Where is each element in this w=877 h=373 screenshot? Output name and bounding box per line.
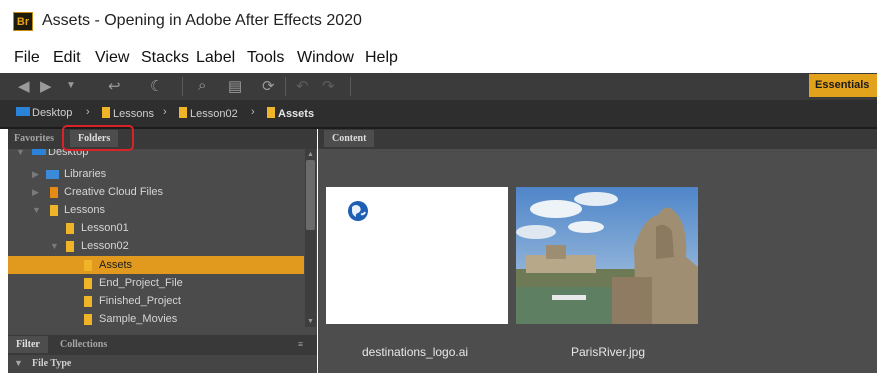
filter-panel-tabs: Filter Collections ≡ bbox=[8, 335, 317, 355]
folders-tab-highlight bbox=[62, 125, 134, 151]
path-assets[interactable]: Assets bbox=[267, 107, 314, 120]
folder-icon bbox=[66, 241, 74, 252]
title-bar: Br Assets - Opening in Adobe After Effec… bbox=[0, 0, 877, 42]
tab-filter[interactable]: Filter bbox=[8, 336, 48, 353]
tree-item-creative-cloud-files[interactable]: ▶ Creative Cloud Files bbox=[8, 183, 304, 201]
scroll-thumb[interactable] bbox=[306, 160, 315, 230]
bridge-app-icon: Br bbox=[13, 12, 33, 31]
thumbnail-paris-river[interactable] bbox=[516, 187, 698, 324]
panel-menu-icon[interactable]: ≡ bbox=[298, 339, 303, 349]
libraries-icon bbox=[46, 170, 59, 179]
toolbar: ◀ ▶ ▼ ↩ ☾ ⌕ ▤ ⟳ ↶ ↷ bbox=[0, 73, 877, 100]
tree-item-lessons[interactable]: ▼ Lessons bbox=[8, 201, 304, 219]
menu-tools[interactable]: Tools bbox=[247, 49, 284, 67]
folder-icon bbox=[179, 107, 187, 118]
tab-favorites[interactable]: Favorites bbox=[14, 133, 54, 144]
menu-help[interactable]: Help bbox=[365, 49, 398, 67]
folders-panel: Favorites Folders ▼ Desktop ▶ Libraries … bbox=[8, 129, 317, 373]
menu-label[interactable]: Label bbox=[196, 49, 235, 67]
tree-item-assets[interactable]: Assets bbox=[8, 256, 304, 274]
folder-icon bbox=[84, 314, 92, 325]
toolbar-separator bbox=[350, 77, 351, 96]
folder-tree: ▼ Desktop ▶ Libraries ▶ Creative Cloud F… bbox=[8, 149, 304, 327]
folder-icon bbox=[50, 187, 58, 198]
window-title: Assets - Opening in Adobe After Effects … bbox=[42, 12, 362, 29]
expand-arrow-icon[interactable]: ▶ bbox=[32, 183, 39, 201]
menu-stacks[interactable]: Stacks bbox=[141, 49, 189, 67]
path-bar: Desktop › Lessons › Lesson02 › Assets bbox=[0, 100, 877, 127]
scroll-down-icon[interactable]: ▼ bbox=[306, 317, 315, 326]
toolbar-separator bbox=[285, 77, 286, 96]
path-desktop[interactable]: Desktop bbox=[16, 107, 72, 119]
toolbar-separator bbox=[182, 77, 183, 96]
scroll-up-icon[interactable]: ▲ bbox=[306, 150, 315, 159]
camera-download-icon[interactable]: ⌕ bbox=[198, 77, 206, 94]
tree-item-sample-movies[interactable]: Sample_Movies bbox=[8, 310, 304, 327]
left-panel-tabs: Favorites Folders bbox=[8, 129, 317, 149]
expand-arrow-icon[interactable]: ▼ bbox=[32, 201, 41, 219]
boomerang-icon[interactable]: ↩ bbox=[108, 77, 121, 95]
thumbnail-label-paris-river: ParisRiver.jpg bbox=[571, 345, 646, 359]
back-arrow-icon[interactable]: ◀ bbox=[18, 77, 30, 95]
expand-arrow-icon[interactable]: ▼ bbox=[50, 237, 59, 255]
collapse-arrow-icon[interactable]: ▼ bbox=[14, 358, 23, 368]
filter-file-type-label: File Type bbox=[32, 358, 72, 369]
workspace-essentials-button[interactable]: Essentials bbox=[809, 74, 877, 97]
folder-icon bbox=[84, 260, 92, 271]
rotate-right-icon[interactable]: ↷ bbox=[322, 77, 335, 95]
menu-file[interactable]: File bbox=[14, 49, 40, 67]
thumbnail-label-destinations-logo: destinations_logo.ai bbox=[362, 345, 469, 359]
folder-icon bbox=[50, 205, 58, 216]
folder-icon bbox=[84, 296, 92, 307]
refine-icon[interactable]: ▤ bbox=[228, 77, 242, 95]
rotate-left-icon[interactable]: ↶ bbox=[296, 77, 309, 95]
folder-icon bbox=[267, 107, 275, 118]
forward-arrow-icon[interactable]: ▶ bbox=[40, 77, 52, 95]
tree-item-lesson02[interactable]: ▼ Lesson02 bbox=[8, 237, 304, 255]
tree-item-finished-project[interactable]: Finished_Project bbox=[8, 292, 304, 310]
folder-icon bbox=[102, 107, 110, 118]
filter-file-type-row[interactable]: ▼ File Type bbox=[8, 355, 317, 373]
expand-arrow-icon[interactable]: ▼ bbox=[16, 149, 25, 161]
folder-icon bbox=[84, 278, 92, 289]
folder-icon bbox=[66, 223, 74, 234]
menu-view[interactable]: View bbox=[95, 49, 129, 67]
desktop-icon bbox=[16, 107, 30, 116]
content-panel-tabs: Content bbox=[318, 129, 877, 149]
tab-content[interactable]: Content bbox=[324, 130, 375, 147]
thumbnail-destinations-logo[interactable] bbox=[326, 187, 508, 324]
path-lesson02[interactable]: Lesson02 bbox=[179, 107, 238, 120]
folder-tree-scrollbar[interactable]: ▲ ▼ bbox=[305, 149, 316, 327]
chevron-right-icon: › bbox=[251, 106, 255, 118]
content-panel: Content destinations_logo.ai ParisRiver.… bbox=[318, 129, 877, 373]
paris-river-photo bbox=[516, 187, 698, 324]
tree-item-desktop[interactable]: ▼ Desktop bbox=[8, 149, 304, 161]
open-recent-icon[interactable]: ⟳ bbox=[262, 77, 275, 95]
expand-arrow-icon[interactable]: ▶ bbox=[32, 165, 39, 183]
chevron-right-icon: › bbox=[163, 106, 167, 118]
menu-bar: File Edit View Stacks Label Tools Window… bbox=[0, 42, 877, 73]
tab-collections[interactable]: Collections bbox=[60, 339, 107, 350]
globe-logo-icon bbox=[348, 201, 368, 221]
menu-window[interactable]: Window bbox=[297, 49, 354, 67]
rotate-icon[interactable]: ☾ bbox=[150, 77, 163, 95]
menu-edit[interactable]: Edit bbox=[53, 49, 81, 67]
tree-item-end-project-file[interactable]: End_Project_File bbox=[8, 274, 304, 292]
history-dropdown-icon[interactable]: ▼ bbox=[66, 80, 76, 91]
tree-item-lesson01[interactable]: Lesson01 bbox=[8, 219, 304, 237]
chevron-right-icon: › bbox=[86, 106, 90, 118]
desktop-icon bbox=[32, 149, 46, 155]
tree-item-libraries[interactable]: ▶ Libraries bbox=[8, 165, 304, 183]
path-lessons[interactable]: Lessons bbox=[102, 107, 154, 120]
